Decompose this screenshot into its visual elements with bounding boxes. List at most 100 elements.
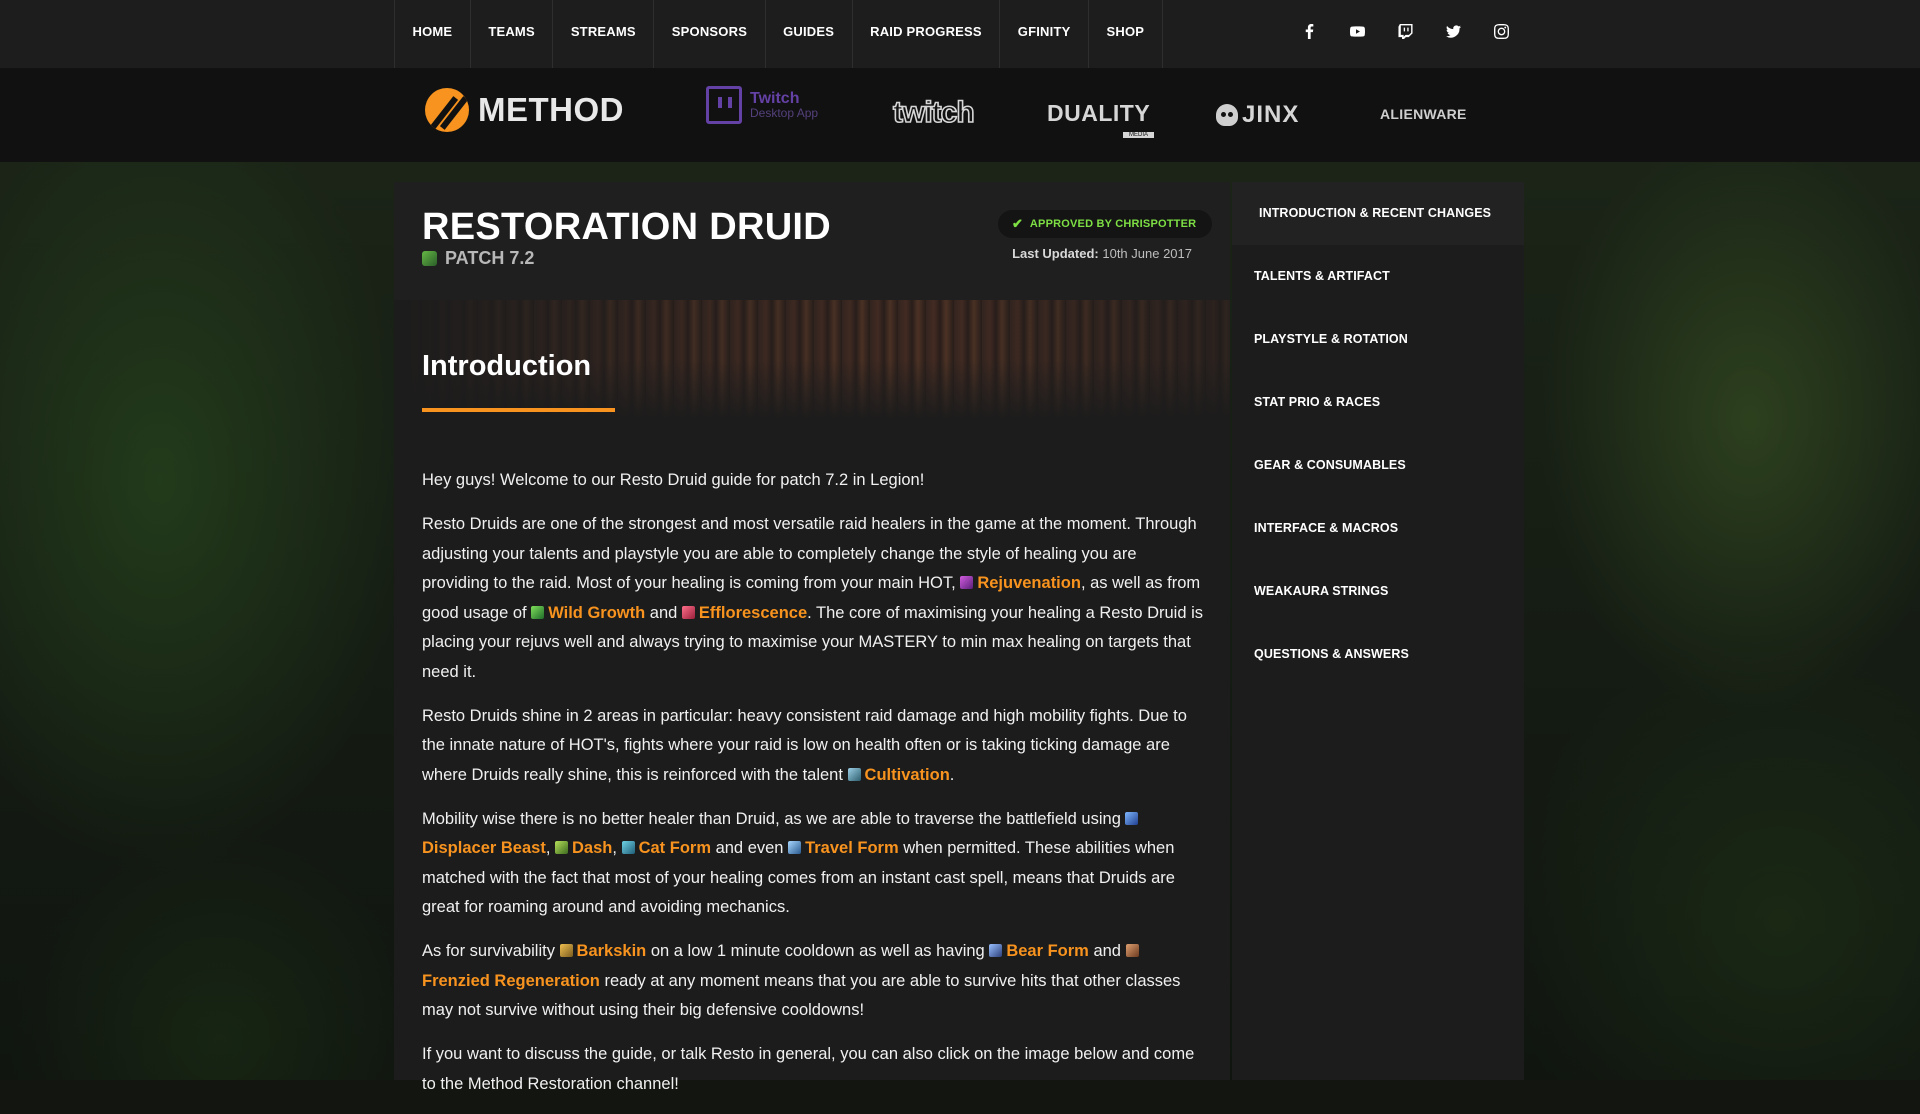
main-nav: HOME TEAMS STREAMS SPONSORS GUIDES RAID … <box>394 0 1163 68</box>
nav-gfinity[interactable]: GFINITY <box>1000 0 1089 68</box>
efflorescence-icon <box>681 605 695 619</box>
spell-name: Cultivation <box>864 765 950 784</box>
sidebar-item-introduction[interactable]: INTRODUCTION & RECENT CHANGES <box>1232 182 1524 245</box>
heading-underline <box>422 408 615 412</box>
patch-icon <box>422 251 437 266</box>
instagram-icon[interactable] <box>1488 18 1515 45</box>
paragraph-text: Mobility wise there is no better healer … <box>422 809 1121 828</box>
nav-streams[interactable]: STREAMS <box>553 0 655 68</box>
spell-link-efflorescence[interactable]: Efflorescence <box>681 604 807 622</box>
sidebar-item-gear[interactable]: GEAR & CONSUMABLES <box>1232 434 1524 497</box>
sponsor-jinx[interactable]: JINX <box>1216 101 1299 129</box>
last-updated-label: Last Updated: <box>1012 246 1099 261</box>
paragraph-survivability: As for survivability Barkskin on a low 1… <box>422 937 1204 1026</box>
nav-teams[interactable]: TEAMS <box>471 0 554 68</box>
facebook-icon[interactable] <box>1296 18 1323 45</box>
spell-name: Travel Form <box>805 839 899 857</box>
paragraph-mobility: Mobility wise there is no better healer … <box>422 805 1204 923</box>
spell-name: Frenzied Regeneration <box>422 971 600 990</box>
rejuvenation-icon <box>960 576 974 589</box>
sidebar-item-interface[interactable]: INTERFACE & MACROS <box>1232 497 1524 560</box>
skull-icon <box>1216 104 1238 126</box>
youtube-icon[interactable] <box>1344 18 1371 45</box>
duality-logo-sub: MEDIA <box>1123 132 1155 138</box>
sponsor-duality[interactable]: DUALITY MEDIA <box>1047 100 1155 145</box>
method-logo-text: METHOD <box>478 91 624 128</box>
paragraph-text: . <box>949 765 955 784</box>
sidebar-item-playstyle[interactable]: PLAYSTYLE & ROTATION <box>1232 308 1524 371</box>
nav-home[interactable]: HOME <box>395 0 471 68</box>
paragraph-text: and <box>649 603 678 622</box>
paragraph-discord: If you want to discuss the guide, or tal… <box>422 1045 1195 1093</box>
spell-name: Cat Form <box>638 839 711 857</box>
frenzied-regeneration-icon <box>1125 944 1139 957</box>
spell-link-bear-form[interactable]: Bear Form <box>989 942 1089 960</box>
sponsor-twitch-desktop-app[interactable]: Twitch Desktop App <box>706 86 818 124</box>
spell-name: Barkskin <box>576 942 647 960</box>
cat-form-icon <box>621 841 635 854</box>
top-navigation-bar: HOME TEAMS STREAMS SPONSORS GUIDES RAID … <box>0 0 1920 68</box>
nav-guides[interactable]: GUIDES <box>766 0 853 68</box>
approved-text: APPROVED BY CHRISPOTTER <box>1029 218 1197 230</box>
spell-link-cultivation[interactable]: Cultivation <box>847 765 950 784</box>
paragraph-text: on a low 1 minute cooldown as well as ha… <box>650 942 985 960</box>
sidebar-item-talents[interactable]: TALENTS & ARTIFACT <box>1232 245 1524 308</box>
twitch-app-subtitle: Desktop App <box>750 105 819 120</box>
paragraph-text: Resto Druids shine in 2 areas in particu… <box>422 706 1187 784</box>
checkmark-icon: ✔ <box>1012 216 1023 231</box>
dash-icon <box>555 841 569 854</box>
social-links <box>1296 18 1515 45</box>
page-title: RESTORATION DRUID <box>422 206 832 248</box>
paragraph-text: and <box>1093 942 1121 960</box>
wild-growth-icon <box>531 605 545 619</box>
article-body: Hey guys! Welcome to our Resto Druid gui… <box>422 466 1204 1114</box>
spell-name: Bear Form <box>1006 942 1089 960</box>
twitch-app-title: Twitch <box>750 89 800 107</box>
sidebar-item-weakauras[interactable]: WEAKAURA STRINGS <box>1232 560 1524 623</box>
spell-name: Dash <box>572 839 613 857</box>
approved-badge: ✔ APPROVED BY CHRISPOTTER <box>998 210 1213 238</box>
spell-name: Rejuvenation <box>977 574 1081 592</box>
spell-link-wild-growth[interactable]: Wild Growth <box>531 604 645 622</box>
sponsor-alienware[interactable]: ALIENWARE <box>1380 106 1467 122</box>
paragraph-text: As for survivability <box>422 942 555 960</box>
patch-info: PATCH 7.2 <box>422 248 534 269</box>
twitch-glitch-icon <box>706 86 742 124</box>
duality-logo-text: DUALITY <box>1047 100 1151 126</box>
guide-sidebar: INTRODUCTION & RECENT CHANGES TALENTS & … <box>1232 182 1524 1080</box>
section-heading: Introduction <box>422 350 592 382</box>
paragraph-strengths: Resto Druids shine in 2 areas in particu… <box>422 702 1204 791</box>
guide-content: RESTORATION DRUID PATCH 7.2 ✔ APPROVED B… <box>394 182 1230 1093</box>
travel-form-icon <box>788 841 802 854</box>
paragraph-text: , <box>612 839 617 857</box>
paragraph-overview: Resto Druids are one of the strongest an… <box>422 510 1204 687</box>
jinx-logo-text: JINX <box>1242 101 1300 128</box>
paragraph-text: , <box>545 839 551 857</box>
sidebar-item-questions[interactable]: QUESTIONS & ANSWERS <box>1232 623 1524 686</box>
spell-link-rejuvenation[interactable]: Rejuvenation <box>960 574 1081 592</box>
displacer-beast-icon <box>1125 811 1139 825</box>
nav-raid-progress[interactable]: RAID PROGRESS <box>853 0 1001 68</box>
twitter-icon[interactable] <box>1440 18 1467 45</box>
cultivation-icon <box>847 767 861 781</box>
paragraph-intro: Hey guys! Welcome to our Resto Druid gui… <box>422 471 925 489</box>
spell-link-dash[interactable]: Dash <box>555 839 612 857</box>
method-logo-icon <box>425 88 469 132</box>
spell-link-barkskin[interactable]: Barkskin <box>559 942 647 960</box>
spell-link-cat-form[interactable]: Cat Form <box>621 839 711 857</box>
spell-name: Displacer Beast <box>422 839 546 857</box>
guide-header: RESTORATION DRUID PATCH 7.2 ✔ APPROVED B… <box>394 182 1230 300</box>
paragraph-text: and even <box>715 839 784 857</box>
nav-sponsors[interactable]: SPONSORS <box>654 0 766 68</box>
bear-form-icon <box>989 944 1003 957</box>
spell-name: Wild Growth <box>548 603 646 622</box>
nav-shop[interactable]: SHOP <box>1089 0 1163 68</box>
method-logo[interactable]: METHOD <box>425 88 624 132</box>
sponsor-twitch[interactable]: twitch <box>892 95 975 130</box>
patch-label: PATCH 7.2 <box>445 248 535 268</box>
last-updated-date: 10th June 2017 <box>1102 246 1192 261</box>
last-updated: Last Updated: 10th June 2017 <box>1012 246 1192 261</box>
twitch-icon[interactable] <box>1392 18 1419 45</box>
sidebar-item-stat-prio[interactable]: STAT PRIO & RACES <box>1232 371 1524 434</box>
spell-link-travel-form[interactable]: Travel Form <box>788 839 899 857</box>
